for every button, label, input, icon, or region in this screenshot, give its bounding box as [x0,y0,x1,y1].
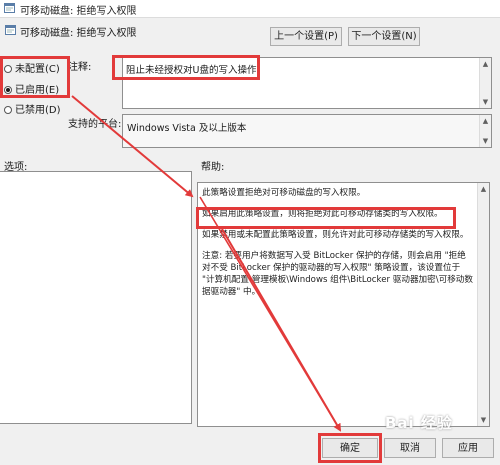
annotation-overlay [71,95,342,432]
annotation-arrow [71,95,194,198]
annotation-arrow [199,196,341,431]
